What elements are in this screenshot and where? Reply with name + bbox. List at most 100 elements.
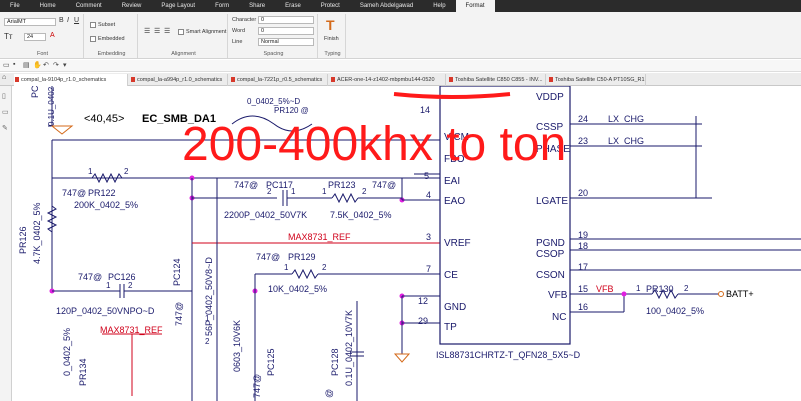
pin-num-4: 4 (426, 190, 431, 200)
bold-icon[interactable]: B (59, 17, 64, 24)
menu-protect[interactable]: Protect (311, 0, 350, 12)
tabs-home-icon[interactable]: ⌂ (2, 74, 6, 81)
pin-eai: EAI (444, 176, 460, 187)
pr129-label: PR129 (288, 252, 316, 262)
font-size-field[interactable]: 24 (24, 33, 46, 41)
tab-toshiba-c850[interactable]: Toshiba Satellite C850 C855 - INV... (448, 74, 546, 86)
menu-comment[interactable]: Comment (66, 0, 112, 12)
svg-text:1: 1 (88, 167, 93, 176)
svg-text:2: 2 (362, 187, 367, 196)
top-cap-label: PC (30, 86, 40, 98)
menu-format[interactable]: Format (455, 0, 495, 12)
schematic-drawing: PC 0.1U_0402 <40,45> EC_SMB_DA1 0_0402_5… (18, 86, 801, 401)
font-name-select[interactable]: ArialMT (4, 18, 56, 26)
tab-compal-la-a994p[interactable]: compal_la-a994p_r1.0_schematics (130, 74, 228, 86)
pr134-label: PR134 (78, 358, 88, 386)
ground-symbol-2 (393, 353, 411, 363)
tab-acer-one-14[interactable]: ACER-one-14-z1402-mbpmbu144-0520 (330, 74, 446, 86)
pc125-label: PC125 (266, 348, 276, 376)
vfb-net: VFB (596, 284, 614, 294)
redo-icon[interactable]: ↷ (53, 61, 59, 69)
pr130-label: PR130 (646, 284, 674, 294)
finish-button[interactable]: Finish (324, 36, 339, 42)
menu-help[interactable]: Help (423, 0, 455, 12)
pc126-label: PC126 (108, 272, 136, 282)
pin-gnd: GND (444, 302, 466, 313)
pin-num-17: 17 (578, 262, 588, 272)
italic-icon[interactable]: I (67, 17, 69, 24)
word-label: Word (232, 28, 246, 34)
save-icon[interactable]: ▪ (13, 61, 15, 68)
pin-eao: EAO (444, 196, 465, 207)
tab-compal-la-9104p[interactable]: compal_la-9104p_r1.0_schematics (14, 74, 128, 86)
pr123-resistor (331, 192, 359, 204)
alignment-group-label: Alignment (171, 51, 196, 57)
align-left-icon[interactable]: ☰ (144, 27, 150, 35)
menu-home[interactable]: Home (30, 0, 66, 12)
menu-review[interactable]: Review (112, 0, 152, 12)
pin-lgate: LGATE (536, 196, 568, 207)
batt-connector-icon (718, 291, 724, 297)
menu-form[interactable]: Form (205, 0, 239, 12)
customize-icon[interactable]: ▾ (63, 61, 67, 69)
pc126-value: 120P_0402_50VNPO~D (56, 306, 155, 316)
pc126-pop: 747@ (78, 272, 102, 282)
pin-vddp: VDDP (536, 92, 564, 103)
embedding-group-label: Embedding (97, 51, 126, 57)
pdf-editor-window: { "menu": ["File", "Home", "Comment", "R… (0, 0, 801, 401)
menu-page-layout[interactable]: Page Layout (151, 0, 205, 12)
annotation-text[interactable]: 200-400khx to ton (182, 118, 566, 171)
comments-icon[interactable]: ✎ (2, 124, 8, 132)
tab-toshiba-c50[interactable]: Toshiba Satellite C50-A PT10SG_R1... (548, 74, 646, 86)
max-ref-net-2: MAX8731_REF (100, 325, 163, 335)
embedding-group: Subset Embedded Embedding (86, 14, 138, 58)
ground-symbol (50, 125, 74, 135)
character-spacing-field[interactable]: 0 (258, 16, 314, 24)
pin-tp: TP (444, 322, 457, 333)
smart-alignment-checkbox[interactable] (178, 29, 184, 35)
svg-text:1: 1 (322, 187, 327, 196)
pr120-label: PR120 @ (274, 106, 309, 115)
menu-share[interactable]: Share (239, 0, 275, 12)
align-center-icon[interactable]: ☰ (154, 27, 160, 35)
finish-typing-icon[interactable]: T (326, 17, 335, 33)
pin-num-18: 18 (578, 241, 588, 251)
hand-icon[interactable]: ✋ (33, 61, 42, 69)
menu-erase[interactable]: Erase (275, 0, 311, 12)
align-right-icon[interactable]: ☰ (164, 27, 170, 35)
font-color-icon[interactable]: A (50, 32, 55, 39)
pc128-pop: @ (324, 389, 334, 398)
pages-icon[interactable]: ▭ (2, 108, 9, 116)
embedded-checkbox[interactable] (90, 36, 96, 42)
pin-num-5: 5 (424, 171, 429, 181)
pin-num-15: 15 (578, 284, 588, 294)
bookmarks-icon[interactable]: ▯ (2, 92, 6, 100)
print-icon[interactable]: ▤ (23, 61, 30, 69)
document-canvas[interactable]: PC 0.1U_0402 <40,45> EC_SMB_DA1 0_0402_5… (12, 86, 801, 401)
pc124-label: PC124 (172, 258, 182, 286)
pin-vfb: VFB (548, 290, 568, 301)
pr122-pop: 747@ (62, 188, 86, 198)
word-spacing-field[interactable]: 0 (258, 27, 314, 35)
ec-smb-ref: <40,45> (84, 113, 124, 125)
subset-checkbox[interactable] (90, 22, 96, 28)
lx-chg-net-2: LX_CHG (608, 136, 644, 146)
alignment-group: ☰ ☰ ☰ Smart Alignment Alignment (140, 14, 228, 58)
pc125-value: 0603_10V6K (232, 320, 242, 372)
svg-text:1: 1 (284, 263, 289, 272)
pc124-pop: 747@ (174, 302, 184, 326)
typing-group: T Finish Typing (320, 14, 346, 58)
menu-file[interactable]: File (0, 0, 30, 12)
undo-icon[interactable]: ↶ (43, 61, 49, 69)
pin-num-12: 12 (418, 296, 428, 306)
menu-bar: File Home Comment Review Page Layout For… (0, 0, 801, 12)
underline-icon[interactable]: U (74, 17, 79, 24)
pr122-label: PR122 (88, 188, 116, 198)
tab-compal-la-7221p[interactable]: compal_la-7221p_r0.5_schematics (230, 74, 328, 86)
pin-num-20: 20 (578, 188, 588, 198)
open-icon[interactable]: ▭ (3, 61, 10, 69)
line-spacing-select[interactable]: Normal (258, 38, 314, 46)
text-size-icon[interactable]: Tт (4, 32, 13, 41)
menu-user[interactable]: Sameh Abdelgawad (350, 0, 423, 12)
pin-csop: CSOP (536, 249, 565, 260)
